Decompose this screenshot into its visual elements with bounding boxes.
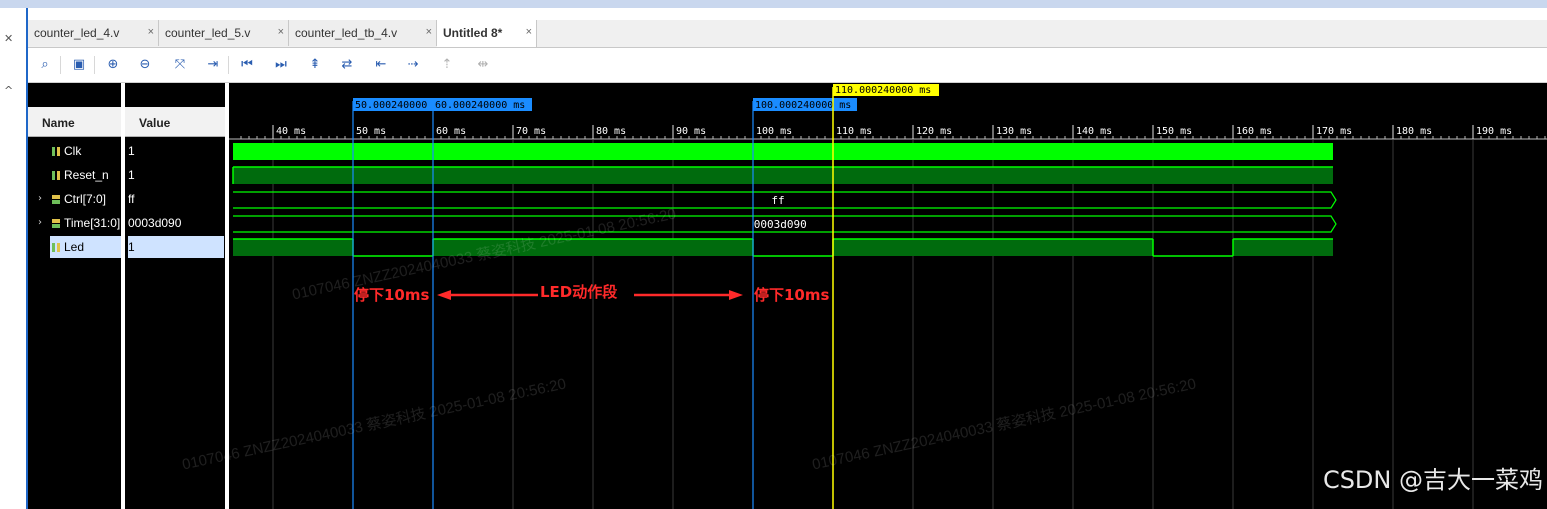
ruler-tick-label: 140 ms: [1076, 126, 1112, 137]
ruler-tick-label: 60 ms: [436, 126, 466, 137]
signal-row-led[interactable]: Led: [50, 236, 121, 258]
signal-value: 0003d090: [128, 216, 182, 230]
ruler-tick-label: 130 ms: [996, 126, 1032, 137]
signal-row-clk[interactable]: Clk: [28, 140, 121, 162]
led-high-fill: [433, 239, 753, 256]
tab-label: Untitled 8*: [443, 26, 503, 40]
tab-label: counter_led_5.v: [165, 26, 251, 40]
waveform-viewer: Name Clk Reset_n › Ctrl[7:0] › Time[31:0…: [28, 83, 1547, 509]
annotation-right-label: 停下10ms: [754, 286, 830, 304]
next-edge-icon[interactable]: ⇹: [474, 56, 492, 74]
ruler-tick-label: 190 ms: [1476, 126, 1512, 137]
zoom-in-icon[interactable]: ⊕: [104, 56, 122, 74]
bus-icon: [52, 219, 60, 228]
ruler-tick-label: 80 ms: [596, 126, 626, 137]
annotation-left-label: 停下10ms: [354, 286, 430, 304]
cursor-label: 110.000240000 ms: [835, 85, 931, 96]
signal-name: Time[31:0]: [64, 216, 121, 230]
ruler-tick-label: 90 ms: [676, 126, 706, 137]
goto-cursor-icon[interactable]: ⇥: [204, 56, 222, 74]
chevron-up-icon[interactable]: ^: [4, 84, 13, 97]
signal-value: ff: [128, 192, 135, 206]
name-column-header[interactable]: Name: [28, 107, 121, 137]
tab-untitled-8[interactable]: Untitled 8* ×: [437, 20, 537, 47]
ruler-tick-label: 180 ms: [1396, 126, 1432, 137]
waveform-toolbar: ⌕ ▣ ⊕ ⊖ ⤧ ⇥ ⏮ ⏭ ⇞ ⇄ ⇤ ⇢ ⇡ ⇹: [28, 48, 1547, 83]
signal-name: Ctrl[7:0]: [64, 192, 107, 206]
waveform-plot[interactable]: 40 ms 50 ms 60 ms 70 ms 80 ms 90 ms 100 ms 110 …: [229, 83, 1547, 509]
close-icon[interactable]: ×: [426, 26, 432, 38]
tab-label: counter_led_tb_4.v: [295, 26, 398, 40]
close-icon[interactable]: ×: [148, 26, 154, 38]
bit-icon: [52, 243, 60, 252]
zoom-fit-icon[interactable]: ⤧: [171, 56, 189, 74]
bit-icon: [52, 171, 60, 180]
go-last-icon[interactable]: ⏭: [272, 56, 290, 74]
signal-value-column: Value 1 1 ff 0003d090 1: [125, 83, 225, 509]
annotation-arrow-left-head: [437, 290, 451, 300]
toolbar-divider: [60, 56, 61, 74]
ruler-tick-label: 120 ms: [916, 126, 952, 137]
toolbar-divider: [228, 56, 229, 74]
value-column-header[interactable]: Value: [125, 107, 225, 137]
ruler-tick-label: 100 ms: [756, 126, 792, 137]
marker-label: 60.000240000 ms: [435, 100, 525, 111]
csdn-watermark: CSDN @吉大一菜鸡: [1322, 466, 1543, 494]
ruler-tick-label: 40 ms: [276, 126, 306, 137]
ruler-tick-label: 170 ms: [1316, 126, 1352, 137]
prev-transition-icon[interactable]: ⇤: [372, 56, 390, 74]
tab-label: counter_led_4.v: [34, 26, 120, 40]
left-collapsed-panel: ✕ ^: [0, 8, 28, 509]
led-high-fill: [833, 239, 1153, 256]
ruler-tick-label: 50 ms: [356, 126, 386, 137]
bit-icon: [52, 147, 60, 156]
marker-label: 50.000240000: [355, 100, 427, 111]
tab-counter-led-tb-4[interactable]: counter_led_tb_4.v ×: [289, 20, 437, 46]
signal-row-reset-n[interactable]: Reset_n: [28, 164, 121, 186]
add-marker-icon[interactable]: ⇞: [306, 56, 324, 74]
marker-label: 100.000240000 ms: [755, 100, 851, 111]
annotation-arrow-right-head: [729, 290, 743, 300]
next-transition-icon[interactable]: ⇢: [404, 56, 422, 74]
reset-n-fill: [233, 167, 1333, 184]
ruler-tick-label: 160 ms: [1236, 126, 1272, 137]
search-icon[interactable]: ⌕: [36, 56, 54, 74]
signal-value-selected: 1: [128, 236, 224, 258]
zoom-out-icon[interactable]: ⊖: [136, 56, 154, 74]
go-first-icon[interactable]: ⏮: [238, 56, 256, 74]
tab-counter-led-4[interactable]: counter_led_4.v ×: [28, 20, 159, 46]
ctrl-bus-value: ff: [771, 194, 784, 207]
time-bus-value: 0003d090: [754, 218, 807, 231]
expand-chevron-icon[interactable]: ›: [38, 212, 42, 234]
save-icon[interactable]: ▣: [70, 56, 88, 74]
led-high-fill: [1233, 239, 1333, 256]
ruler-tick-label: 110 ms: [836, 126, 872, 137]
toolbar-divider: [94, 56, 95, 74]
annotation-middle-label: LED动作段: [540, 283, 617, 301]
signal-row-time[interactable]: › Time[31:0]: [28, 212, 121, 234]
led-high-fill: [233, 239, 353, 256]
signal-name-column: Name Clk Reset_n › Ctrl[7:0] › Time[31:0…: [28, 83, 121, 509]
signal-value: 1: [128, 168, 135, 182]
bus-icon: [52, 195, 60, 204]
prev-edge-icon[interactable]: ⇡: [438, 56, 456, 74]
close-icon[interactable]: ×: [526, 26, 532, 38]
close-icon[interactable]: ×: [278, 26, 284, 38]
clk-waveform: [233, 143, 1333, 160]
signal-value: 1: [128, 144, 135, 158]
signal-name: Reset_n: [64, 168, 109, 182]
signal-row-ctrl[interactable]: › Ctrl[7:0]: [28, 188, 121, 210]
tab-bar: counter_led_4.v × counter_led_5.v × coun…: [28, 20, 1547, 48]
expand-chevron-icon[interactable]: ›: [38, 188, 42, 210]
window-top-strip: [0, 0, 1547, 8]
ruler-tick-label: 70 ms: [516, 126, 546, 137]
tab-counter-led-5[interactable]: counter_led_5.v ×: [159, 20, 289, 46]
ruler-tick-label: 150 ms: [1156, 126, 1192, 137]
swap-cursor-icon[interactable]: ⇄: [338, 56, 356, 74]
signal-name: Clk: [64, 144, 82, 158]
collapse-x-icon[interactable]: ✕: [4, 32, 13, 45]
signal-name: Led: [64, 240, 85, 254]
